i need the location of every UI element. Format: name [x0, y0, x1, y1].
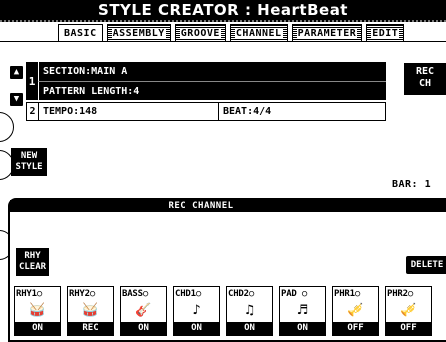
row-number: 1: [28, 74, 36, 88]
channel-label: RHY2○: [69, 289, 96, 299]
drum-kit-icon: 🥁: [29, 303, 46, 318]
down-arrow-icon[interactable]: ▼: [10, 93, 23, 106]
channel-phr2[interactable]: PHR2○ 🎺 OFF: [385, 286, 432, 336]
delete-button[interactable]: DELETE: [406, 256, 446, 274]
channel-status[interactable]: ON: [121, 322, 166, 335]
brass-icon: 🎺: [347, 303, 364, 318]
section-value[interactable]: SECTION:MAIN A: [38, 62, 386, 81]
tab-edit[interactable]: EDIT: [366, 24, 405, 42]
channel-bass[interactable]: BASS○ 🎸 ON: [120, 286, 167, 336]
new-style-label: NEW: [20, 151, 38, 161]
channel-status[interactable]: ON: [174, 322, 219, 335]
up-arrow-icon[interactable]: ▲: [10, 66, 23, 79]
channel-phr1[interactable]: PHR1○ 🎺 OFF: [332, 286, 379, 336]
channel-label: PAD ○: [281, 289, 308, 299]
tab-channel[interactable]: CHANNEL: [229, 24, 288, 42]
bar-indicator: BAR: 1: [392, 179, 432, 190]
channel-status[interactable]: OFF: [386, 322, 431, 335]
new-style-label: STYLE: [15, 162, 43, 172]
channel-label: CHD1○: [175, 289, 202, 299]
tab-divider: [0, 41, 446, 42]
channel-label: PHR1○: [334, 289, 361, 299]
rec-ch-label: REC: [415, 66, 435, 77]
window-title: STYLE CREATOR : HeartBeat: [0, 0, 446, 22]
channel-status[interactable]: ON: [280, 322, 325, 335]
param-row-1[interactable]: 1 SECTION:MAIN A PATTERN LENGTH:4: [26, 62, 386, 100]
beat-value[interactable]: BEAT:4/4: [219, 103, 271, 120]
tab-basic[interactable]: BASIC: [58, 24, 103, 42]
strings-icon: ♬: [296, 303, 309, 318]
channel-rhy1[interactable]: RHY1○ 🥁 ON: [14, 286, 61, 336]
tab-groove[interactable]: GROOVE: [174, 24, 226, 42]
channel-status[interactable]: ON: [15, 322, 60, 335]
pattern-length-value[interactable]: PATTERN LENGTH:4: [38, 81, 386, 100]
channel-rhy2[interactable]: RHY2○ 🥁 REC: [67, 286, 114, 336]
electric-guitar-icon: ♫: [243, 303, 256, 318]
bass-guitar-icon: 🎸: [135, 303, 152, 318]
channel-label: PHR2○: [387, 289, 414, 299]
tab-assembly[interactable]: ASSEMBLY: [106, 24, 171, 42]
channel-chd1[interactable]: CHD1○ ♪ ON: [173, 286, 220, 336]
tab-parameter[interactable]: PARAMETER: [291, 24, 363, 42]
rec-ch-button[interactable]: REC CH: [404, 63, 446, 95]
rec-ch-label: CH: [418, 78, 432, 89]
channel-label: CHD2○: [228, 289, 255, 299]
param-row-2[interactable]: 2 TEMPO:148 BEAT:4/4: [26, 102, 386, 121]
channel-status[interactable]: OFF: [333, 322, 378, 335]
drum-kit-icon: 🥁: [82, 303, 99, 318]
new-style-button[interactable]: NEW STYLE: [11, 148, 47, 176]
rhy-clear-label: RHY: [24, 251, 41, 261]
rhy-clear-button[interactable]: RHY CLEAR: [16, 248, 49, 276]
row-number: 2: [27, 103, 39, 120]
side-button-1[interactable]: [0, 112, 14, 142]
channel-chd2[interactable]: CHD2○ ♫ ON: [226, 286, 273, 336]
panel-title: REC CHANNEL: [10, 200, 446, 212]
rec-channel-panel: REC CHANNEL RHY CLEAR DELETE RHY1○ 🥁 ON …: [8, 198, 446, 342]
brass-icon: 🎺: [400, 303, 417, 318]
channel-pad[interactable]: PAD ○ ♬ ON: [279, 286, 326, 336]
channel-status[interactable]: ON: [227, 322, 272, 335]
rhy-clear-label: CLEAR: [18, 262, 47, 272]
channel-list: RHY1○ 🥁 ON RHY2○ 🥁 REC BASS○ 🎸 ON CHD1○ …: [14, 286, 438, 336]
channel-status[interactable]: REC: [68, 322, 113, 335]
tempo-value[interactable]: TEMPO:148: [39, 103, 219, 120]
channel-label: BASS○: [122, 289, 149, 299]
tab-bar: BASIC ASSEMBLY GROOVE CHANNEL PARAMETER …: [58, 24, 408, 42]
acoustic-guitar-icon: ♪: [192, 303, 201, 318]
channel-label: RHY1○: [16, 289, 43, 299]
